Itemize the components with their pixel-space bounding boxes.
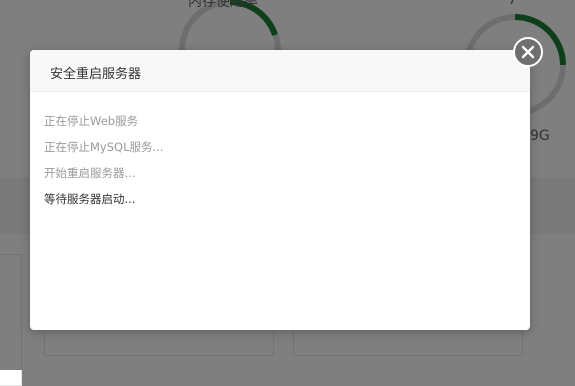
close-button[interactable]	[513, 37, 543, 67]
log-line-stop-mysql: 正在停止MySQL服务...	[44, 140, 164, 154]
close-icon	[521, 45, 535, 59]
dialog-body: 正在停止Web服务 正在停止MySQL服务... 开始重启服务器... 等待服务…	[30, 92, 530, 330]
dialog-title: 安全重启服务器	[50, 67, 142, 82]
log-line-stop-web: 正在停止Web服务	[44, 114, 139, 128]
restart-server-dialog: 安全重启服务器 正在停止Web服务 正在停止MySQL服务... 开始重启服务器…	[30, 50, 530, 330]
log-line-restart: 开始重启服务器...	[44, 166, 136, 180]
log-line-wait-start: 等待服务器启动...	[44, 192, 136, 206]
dialog-header: 安全重启服务器	[30, 50, 530, 92]
